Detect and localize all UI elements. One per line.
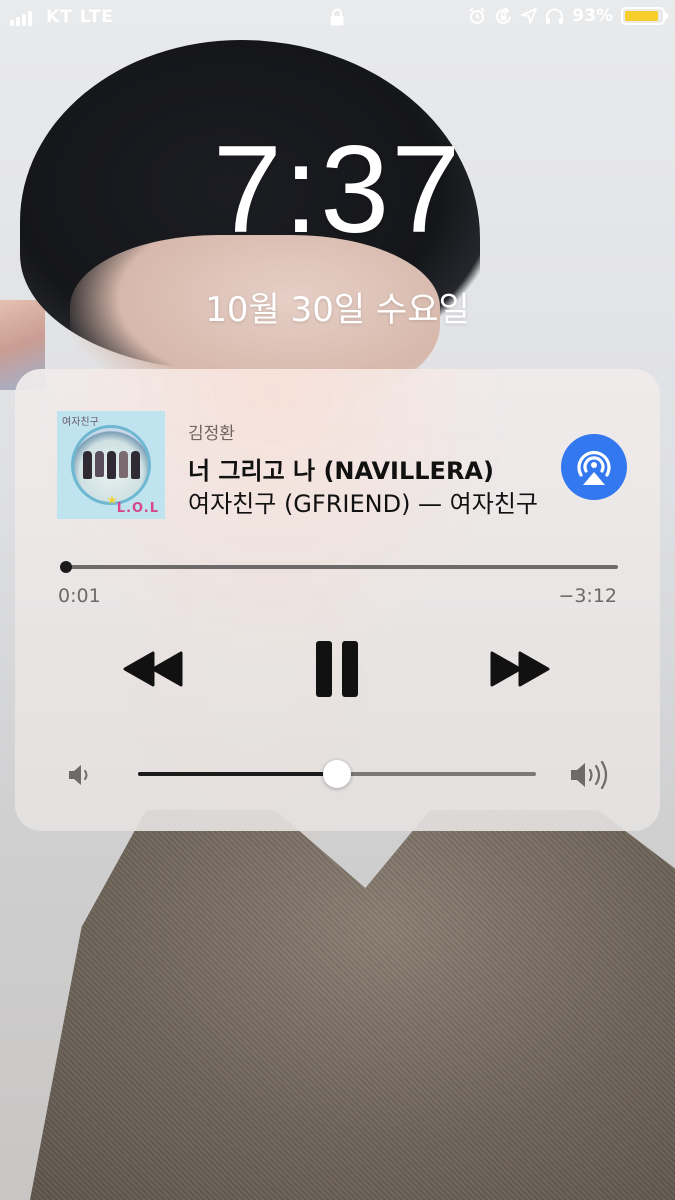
battery-fill	[625, 11, 659, 21]
pause-icon	[316, 641, 358, 697]
lock-screen-time: 7:37	[212, 121, 463, 259]
volume-slider[interactable]	[138, 760, 536, 788]
lock-icon	[330, 8, 344, 26]
lock-screen-date: 10월 30일 수요일	[205, 290, 470, 330]
device-name: 김정환	[188, 424, 235, 444]
playback-scrubber[interactable]	[59, 561, 618, 573]
volume-high-icon	[571, 760, 608, 790]
fast-forward-button[interactable]	[485, 639, 555, 699]
now-playing-card: 여자친구 L.O.L 김정환 너 그리고 나 (NAVILLERA) 여자친구 …	[15, 369, 660, 831]
status-right: 93%	[468, 6, 668, 26]
location-icon	[521, 8, 538, 24]
volume-low-icon	[69, 765, 88, 785]
rotation-lock-icon	[496, 6, 512, 24]
status-bar: KT LTE 93%	[0, 0, 675, 36]
airplay-icon	[577, 450, 611, 485]
volume-slider-knob[interactable]	[323, 760, 351, 788]
album-art[interactable]: 여자친구 L.O.L	[57, 411, 165, 519]
volume-slider-fill	[138, 772, 337, 776]
song-title: 너 그리고 나 (NAVILLERA)	[188, 457, 494, 485]
battery-percent: 93%	[572, 6, 613, 26]
alarm-icon	[469, 7, 485, 24]
playback-scrubber-knob[interactable]	[59, 561, 72, 573]
elapsed-time: 0:01	[58, 585, 101, 607]
airplay-button[interactable]	[561, 434, 627, 500]
song-subtitle: 여자친구 (GFRIEND) — 여자친구 The 6th Mini Album…	[188, 490, 538, 518]
rewind-button[interactable]	[118, 639, 188, 699]
pause-button[interactable]	[305, 634, 369, 704]
rewind-icon	[123, 651, 183, 687]
fast-forward-icon	[490, 651, 550, 687]
headphones-icon	[546, 8, 564, 24]
battery-icon	[621, 7, 668, 25]
signal-icon	[10, 10, 32, 26]
album-art-label: 여자친구	[62, 417, 99, 428]
wallpaper-coat	[30, 810, 675, 1200]
carrier-label: KT LTE	[46, 7, 114, 27]
remaining-time: −3:12	[558, 585, 617, 607]
album-art-people	[83, 451, 140, 479]
album-art-logo: L.O.L	[116, 501, 159, 516]
